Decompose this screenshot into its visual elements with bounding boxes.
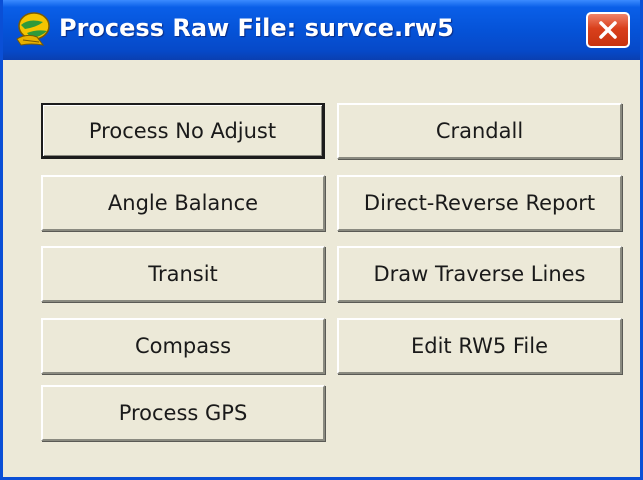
crandall-button[interactable]: Crandall: [337, 103, 622, 159]
transit-button[interactable]: Transit: [41, 246, 325, 302]
app-icon: [13, 9, 53, 49]
process-raw-file-dialog: Process Raw File: survce.rw5 Process No …: [0, 0, 643, 480]
title-bar[interactable]: Process Raw File: survce.rw5: [3, 0, 640, 60]
process-no-adjust-button[interactable]: Process No Adjust: [41, 103, 325, 159]
draw-traverse-lines-button[interactable]: Draw Traverse Lines: [337, 246, 622, 302]
compass-button[interactable]: Compass: [41, 318, 325, 374]
window-title: Process Raw File: survce.rw5: [59, 14, 454, 42]
close-button[interactable]: [586, 12, 630, 48]
direct-reverse-report-button[interactable]: Direct-Reverse Report: [337, 175, 622, 231]
edit-rw5-file-button[interactable]: Edit RW5 File: [337, 318, 622, 374]
close-icon: [599, 21, 617, 39]
angle-balance-button[interactable]: Angle Balance: [41, 175, 325, 231]
process-gps-button[interactable]: Process GPS: [41, 385, 325, 441]
